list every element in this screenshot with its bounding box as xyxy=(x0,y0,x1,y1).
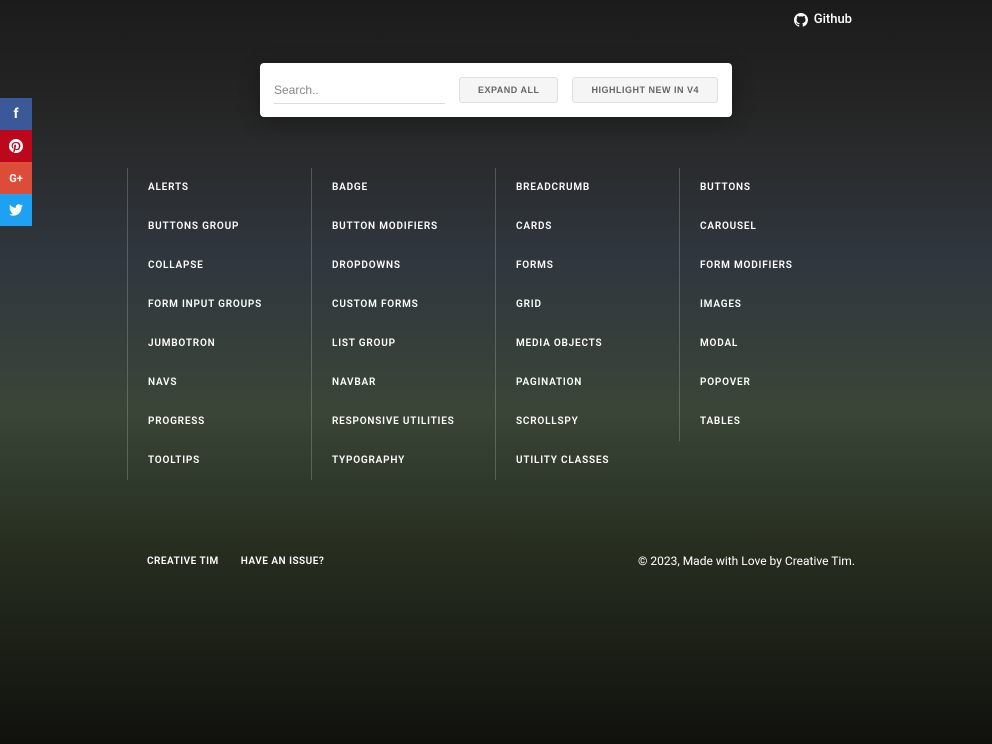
grid-item-jumbotron[interactable]: JUMBOTRON xyxy=(127,324,311,363)
highlight-new-button[interactable]: HIGHLIGHT NEW IN V4 xyxy=(572,77,718,103)
footer: CREATIVE TIM HAVE AN ISSUE? © 2023, Made… xyxy=(147,554,855,568)
grid-item-typography[interactable]: TYPOGRAPHY xyxy=(311,441,495,480)
copyright-text: © 2023, Made with Love by Creative Tim. xyxy=(638,554,855,568)
grid-item-cards[interactable]: CARDS xyxy=(495,207,679,246)
grid-item-pagination[interactable]: PAGINATION xyxy=(495,363,679,402)
github-icon xyxy=(794,13,808,27)
pinterest-share[interactable] xyxy=(0,130,32,162)
grid-item-navs[interactable]: NAVS xyxy=(127,363,311,402)
grid-item-forms[interactable]: FORMS xyxy=(495,246,679,285)
grid-item-progress[interactable]: PROGRESS xyxy=(127,402,311,441)
grid-item-navbar[interactable]: NAVBAR xyxy=(311,363,495,402)
grid-item-buttons-group[interactable]: BUTTONS GROUP xyxy=(127,207,311,246)
grid-item-utility-classes[interactable]: UTILITY CLASSES xyxy=(495,441,679,480)
grid-item-button-modifiers[interactable]: BUTTON MODIFIERS xyxy=(311,207,495,246)
grid-item-dropdowns[interactable]: DROPDOWNS xyxy=(311,246,495,285)
grid-item-images[interactable]: IMAGES xyxy=(679,285,863,324)
footer-links: CREATIVE TIM HAVE AN ISSUE? xyxy=(147,556,324,567)
grid-item-form-modifiers[interactable]: FORM MODIFIERS xyxy=(679,246,863,285)
have-issue-link[interactable]: HAVE AN ISSUE? xyxy=(241,556,325,567)
grid-item-badge[interactable]: BADGE xyxy=(311,168,495,207)
github-label: Github xyxy=(814,12,852,27)
grid-item-popover[interactable]: POPOVER xyxy=(679,363,863,402)
search-panel: EXPAND ALL HIGHLIGHT NEW IN V4 xyxy=(260,63,732,117)
grid-item-modal[interactable]: MODAL xyxy=(679,324,863,363)
grid-item-tooltips[interactable]: TOOLTIPS xyxy=(127,441,311,480)
grid-item-custom-forms[interactable]: CUSTOM FORMS xyxy=(311,285,495,324)
twitter-icon xyxy=(9,203,23,217)
facebook-icon: f xyxy=(13,106,18,122)
social-share-bar: f G+ xyxy=(0,98,32,226)
grid-item-collapse[interactable]: COLLAPSE xyxy=(127,246,311,285)
twitter-share[interactable] xyxy=(0,194,32,226)
grid-item-tables[interactable]: TABLES xyxy=(679,402,863,441)
grid-item-carousel[interactable]: CAROUSEL xyxy=(679,207,863,246)
facebook-share[interactable]: f xyxy=(0,98,32,130)
expand-all-button[interactable]: EXPAND ALL xyxy=(459,77,559,103)
github-link[interactable]: Github xyxy=(794,12,852,27)
grid-item-form-input-groups[interactable]: FORM INPUT GROUPS xyxy=(127,285,311,324)
grid-item-breadcrumb[interactable]: BREADCRUMB xyxy=(495,168,679,207)
grid-item-list-group[interactable]: LIST GROUP xyxy=(311,324,495,363)
creative-tim-link[interactable]: CREATIVE TIM xyxy=(147,556,219,567)
grid-item-media-objects[interactable]: MEDIA OBJECTS xyxy=(495,324,679,363)
component-grid: ALERTS BADGE BREADCRUMB BUTTONS BUTTONS … xyxy=(127,168,863,480)
grid-item-alerts[interactable]: ALERTS xyxy=(127,168,311,207)
grid-item-scrollspy[interactable]: SCROLLSPY xyxy=(495,402,679,441)
search-input[interactable] xyxy=(274,77,445,104)
grid-item-responsive-utilities[interactable]: RESPONSIVE UTILITIES xyxy=(311,402,495,441)
grid-item-grid[interactable]: GRID xyxy=(495,285,679,324)
pinterest-icon xyxy=(9,139,23,153)
googleplus-share[interactable]: G+ xyxy=(0,162,32,194)
googleplus-icon: G+ xyxy=(9,172,23,185)
grid-item-buttons[interactable]: BUTTONS xyxy=(679,168,863,207)
